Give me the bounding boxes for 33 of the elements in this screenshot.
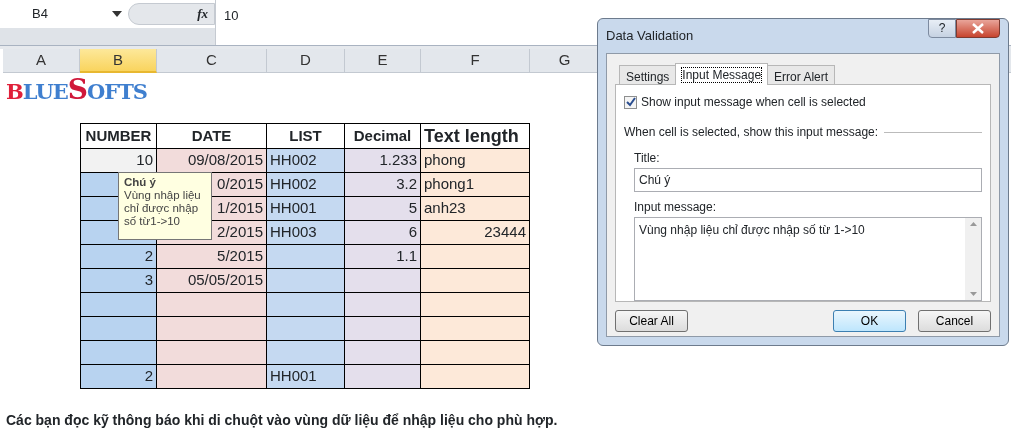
group-label: When cell is selected, show this input message:: [624, 124, 879, 141]
table-cell: 5/2015: [157, 245, 267, 269]
table-cell: 1.1: [345, 245, 421, 269]
table-cell: 1.233: [345, 149, 421, 173]
table-cell: 2: [80, 245, 157, 269]
table-cell: 2: [80, 365, 157, 389]
table-cell: 10: [80, 149, 157, 173]
table-cell: 05/05/2015: [157, 269, 267, 293]
column-heading: Decimal: [345, 123, 421, 149]
table-cell: 3: [80, 269, 157, 293]
table-cell: HH002: [267, 173, 345, 197]
column-heading: NUMBER: [80, 123, 157, 149]
column-heading: DATE: [157, 123, 267, 149]
table-cell: 3.2: [345, 173, 421, 197]
table-cell: 23444: [421, 221, 530, 245]
field-label: Title:: [634, 150, 661, 167]
table-cell: HH002: [267, 149, 345, 173]
table-cell: 6: [345, 221, 421, 245]
logo: BLUESOFTS: [5, 79, 148, 101]
table-cell: phong1: [421, 173, 530, 197]
table-cell: 5: [345, 197, 421, 221]
column-heading: Text length: [421, 123, 530, 149]
table-cell: 09/08/2015: [157, 149, 267, 173]
table-cell: anh23: [421, 197, 530, 221]
dialog-title: Data Validation: [606, 27, 694, 46]
table-cell: HH001: [267, 197, 345, 221]
tooltip-title: Chú ý: [124, 176, 157, 189]
column-heading: LIST: [267, 123, 345, 149]
field-label: Input message:: [634, 199, 718, 216]
table-cell: HH003: [267, 221, 345, 245]
table-cell: HH001: [267, 365, 345, 389]
table-cell: phong: [421, 149, 530, 173]
instruction-text: Các bạn đọc kỹ thông báo khi di chuột vào vùng dữ liệu để nhập liệu cho phù hợp.: [6, 411, 558, 430]
